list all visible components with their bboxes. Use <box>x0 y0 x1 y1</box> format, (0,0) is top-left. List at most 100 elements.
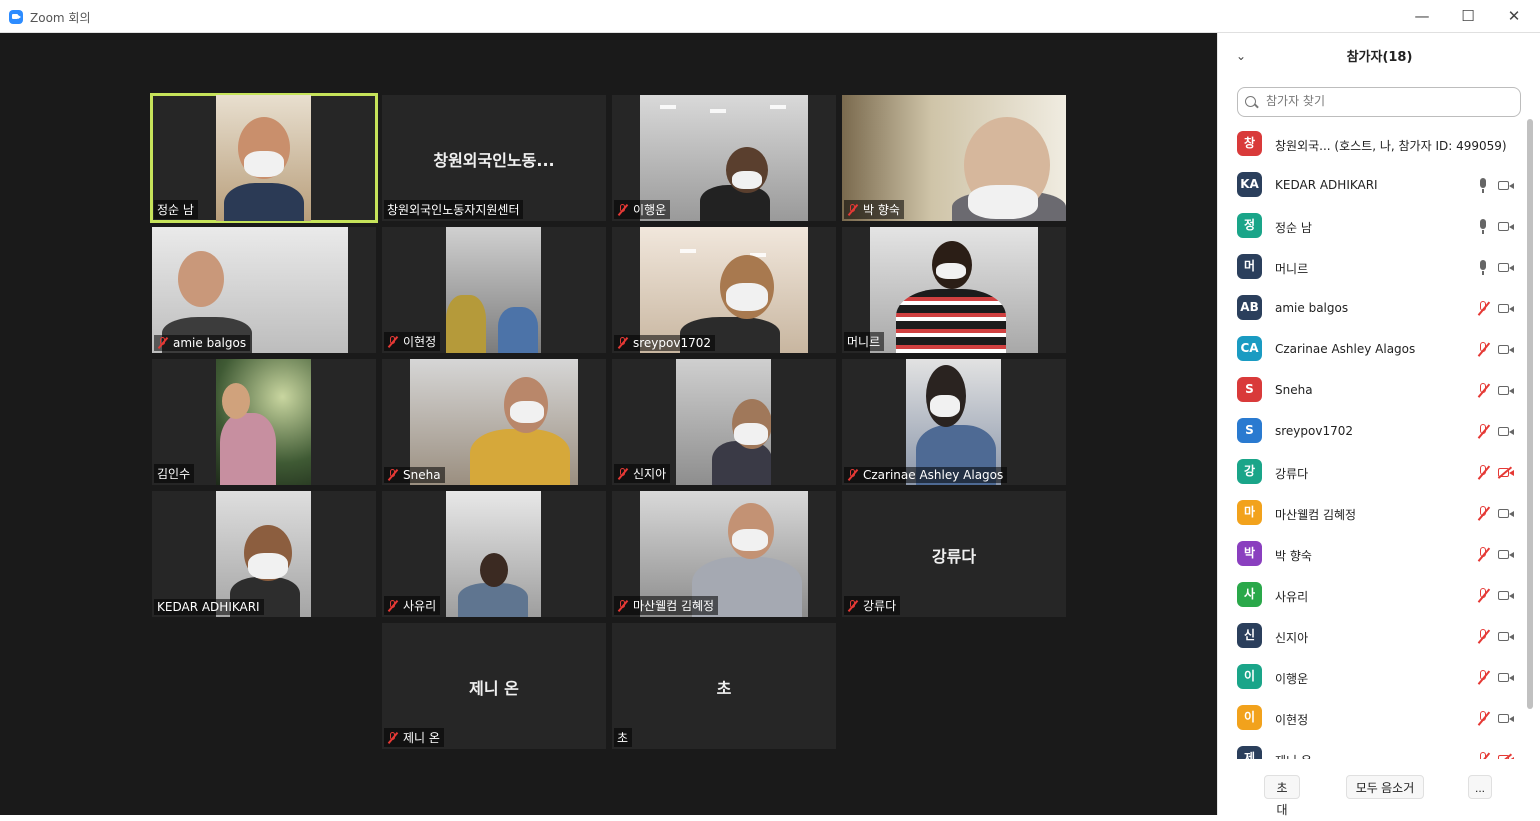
video-icon[interactable] <box>1498 509 1514 518</box>
participant-video <box>216 359 311 485</box>
mic-muted-icon[interactable] <box>1477 424 1489 439</box>
participant-row[interactable]: 이 이행운 <box>1218 658 1526 699</box>
participant-video <box>446 227 541 353</box>
muted-mic-icon <box>847 599 859 612</box>
mic-muted-icon[interactable] <box>1477 301 1489 316</box>
mic-muted-icon[interactable] <box>1477 588 1489 603</box>
participants-panel: ⌄ 참가자(18) 창창원외국... (호스트, 나, 참가자 ID: 4990… <box>1217 33 1540 817</box>
participant-row[interactable]: 머 머니르 <box>1218 248 1526 289</box>
participant-row[interactable]: 이 이현정 <box>1218 699 1526 740</box>
video-tile[interactable]: 이현정 <box>382 227 606 353</box>
participant-name-label: 창원외국인노동자지원센터 <box>384 200 524 219</box>
participant-row[interactable]: 제 제니 온 <box>1218 740 1526 759</box>
window-title: Zoom 회의 <box>30 11 91 25</box>
video-icon[interactable] <box>1498 181 1514 190</box>
avatar: CA <box>1237 336 1262 361</box>
participant-row[interactable]: 신 신지아 <box>1218 617 1526 658</box>
mic-muted-icon[interactable] <box>1477 670 1489 685</box>
video-tile[interactable]: 이행운 <box>612 95 836 221</box>
video-tile[interactable]: KEDAR ADHIKARI <box>152 491 376 617</box>
title-bar: Zoom 회의 — ☐ ✕ <box>0 0 1540 33</box>
participant-name: 신지아 <box>1275 631 1309 645</box>
muted-mic-icon <box>617 467 629 480</box>
avatar: 이 <box>1237 705 1262 730</box>
video-icon[interactable] <box>1498 550 1514 559</box>
invite-button[interactable]: 초대 <box>1264 775 1300 817</box>
mic-icon[interactable] <box>1477 219 1489 234</box>
participant-row[interactable]: S Sneha <box>1218 371 1526 412</box>
video-icon[interactable] <box>1498 427 1514 436</box>
search-input[interactable] <box>1264 93 1508 109</box>
video-tile[interactable]: 사유리 <box>382 491 606 617</box>
participant-row[interactable]: 사 사유리 <box>1218 576 1526 617</box>
muted-mic-icon <box>847 469 859 481</box>
avatar: 창 <box>1237 131 1262 156</box>
mic-muted-icon[interactable] <box>1477 506 1489 521</box>
avatar: 머 <box>1237 254 1262 279</box>
participant-row[interactable]: 강 강류다 <box>1218 453 1526 494</box>
video-tile[interactable]: Sneha <box>382 359 606 485</box>
mic-muted-icon[interactable] <box>1477 752 1489 759</box>
mic-muted-icon[interactable] <box>1477 547 1489 562</box>
video-tile[interactable]: amie balgos <box>152 227 376 353</box>
video-icon[interactable] <box>1498 345 1514 354</box>
video-tile[interactable]: 박 향숙 <box>842 95 1066 221</box>
participant-row[interactable]: Ssreypov1702 <box>1218 412 1526 453</box>
participant-video <box>216 95 311 221</box>
participant-list: 창 창원외국... (호스트, 나, 참가자 ID: 499059) KA KEDAR… <box>1218 125 1526 759</box>
participant-row[interactable]: KA KEDAR ADHIKARI <box>1218 166 1526 207</box>
participant-row[interactable]: 박 박 향숙 <box>1218 535 1526 576</box>
mute-all-button[interactable]: 모두 음소거 <box>1346 775 1424 799</box>
participant-row[interactable]: CA Czarinae Ashley Alagos <box>1218 330 1526 371</box>
participant-name-label: 이현정 <box>384 332 441 351</box>
avatar: AB <box>1237 295 1262 320</box>
participant-name-label: 신지아 <box>614 464 671 483</box>
video-tile[interactable]: 머니르 <box>842 227 1066 353</box>
mic-muted-icon[interactable] <box>1477 629 1489 644</box>
video-icon[interactable] <box>1498 632 1514 641</box>
video-icon[interactable] <box>1498 386 1514 395</box>
video-off-icon[interactable] <box>1498 468 1514 477</box>
participant-name: amie balgos <box>1275 301 1349 315</box>
mic-muted-icon[interactable] <box>1477 383 1489 398</box>
scrollbar[interactable] <box>1527 119 1533 709</box>
video-tile[interactable]: 마산웰컴 김혜정 <box>612 491 836 617</box>
participant-name-label: 초 <box>614 728 633 747</box>
minimize-button[interactable]: — <box>1407 6 1437 26</box>
video-icon[interactable] <box>1498 304 1514 313</box>
avatar: 마 <box>1237 500 1262 525</box>
video-tile[interactable]: 신지아 <box>612 359 836 485</box>
participant-row[interactable]: AB amie balgos <box>1218 289 1526 330</box>
participant-row[interactable]: 마 마산웰컴 김혜정 <box>1218 494 1526 535</box>
maximize-button[interactable]: ☐ <box>1453 6 1483 26</box>
mic-muted-icon[interactable] <box>1477 342 1489 357</box>
participant-row[interactable]: 정 정순 남 <box>1218 207 1526 248</box>
video-icon[interactable] <box>1498 263 1514 272</box>
muted-mic-icon <box>617 337 629 349</box>
close-button[interactable]: ✕ <box>1499 6 1529 26</box>
video-tile[interactable]: Czarinae Ashley Alagos <box>842 359 1066 485</box>
video-off-icon[interactable] <box>1498 755 1514 759</box>
mic-muted-icon[interactable] <box>1477 465 1489 480</box>
mic-muted-icon[interactable] <box>1477 711 1489 726</box>
video-tile[interactable]: 제니 온 제니 온 <box>382 623 606 749</box>
mic-icon[interactable] <box>1477 260 1489 275</box>
video-icon[interactable] <box>1498 714 1514 723</box>
participant-name-label: 강류다 <box>844 596 901 615</box>
video-icon[interactable] <box>1498 673 1514 682</box>
video-tile[interactable]: 초 초 <box>612 623 836 749</box>
video-tile[interactable]: 김인수 <box>152 359 376 485</box>
mic-icon[interactable] <box>1477 178 1489 193</box>
participant-name-label: 제니 온 <box>384 728 444 747</box>
more-button[interactable]: ... <box>1468 775 1492 799</box>
video-tile[interactable]: sreypov1702 <box>612 227 836 353</box>
video-tile[interactable]: 정순 남 <box>150 93 378 223</box>
video-icon[interactable] <box>1498 591 1514 600</box>
participant-row[interactable]: 창 창원외국... (호스트, 나, 참가자 ID: 499059) <box>1218 125 1526 166</box>
avatar: 사 <box>1237 582 1262 607</box>
video-icon[interactable] <box>1498 222 1514 231</box>
zoom-app-icon <box>9 10 23 24</box>
participant-video <box>446 491 541 617</box>
video-tile[interactable]: 창원외국인노동... 창원외국인노동자지원센터 <box>382 95 606 221</box>
video-tile[interactable]: 강류다 강류다 <box>842 491 1066 617</box>
